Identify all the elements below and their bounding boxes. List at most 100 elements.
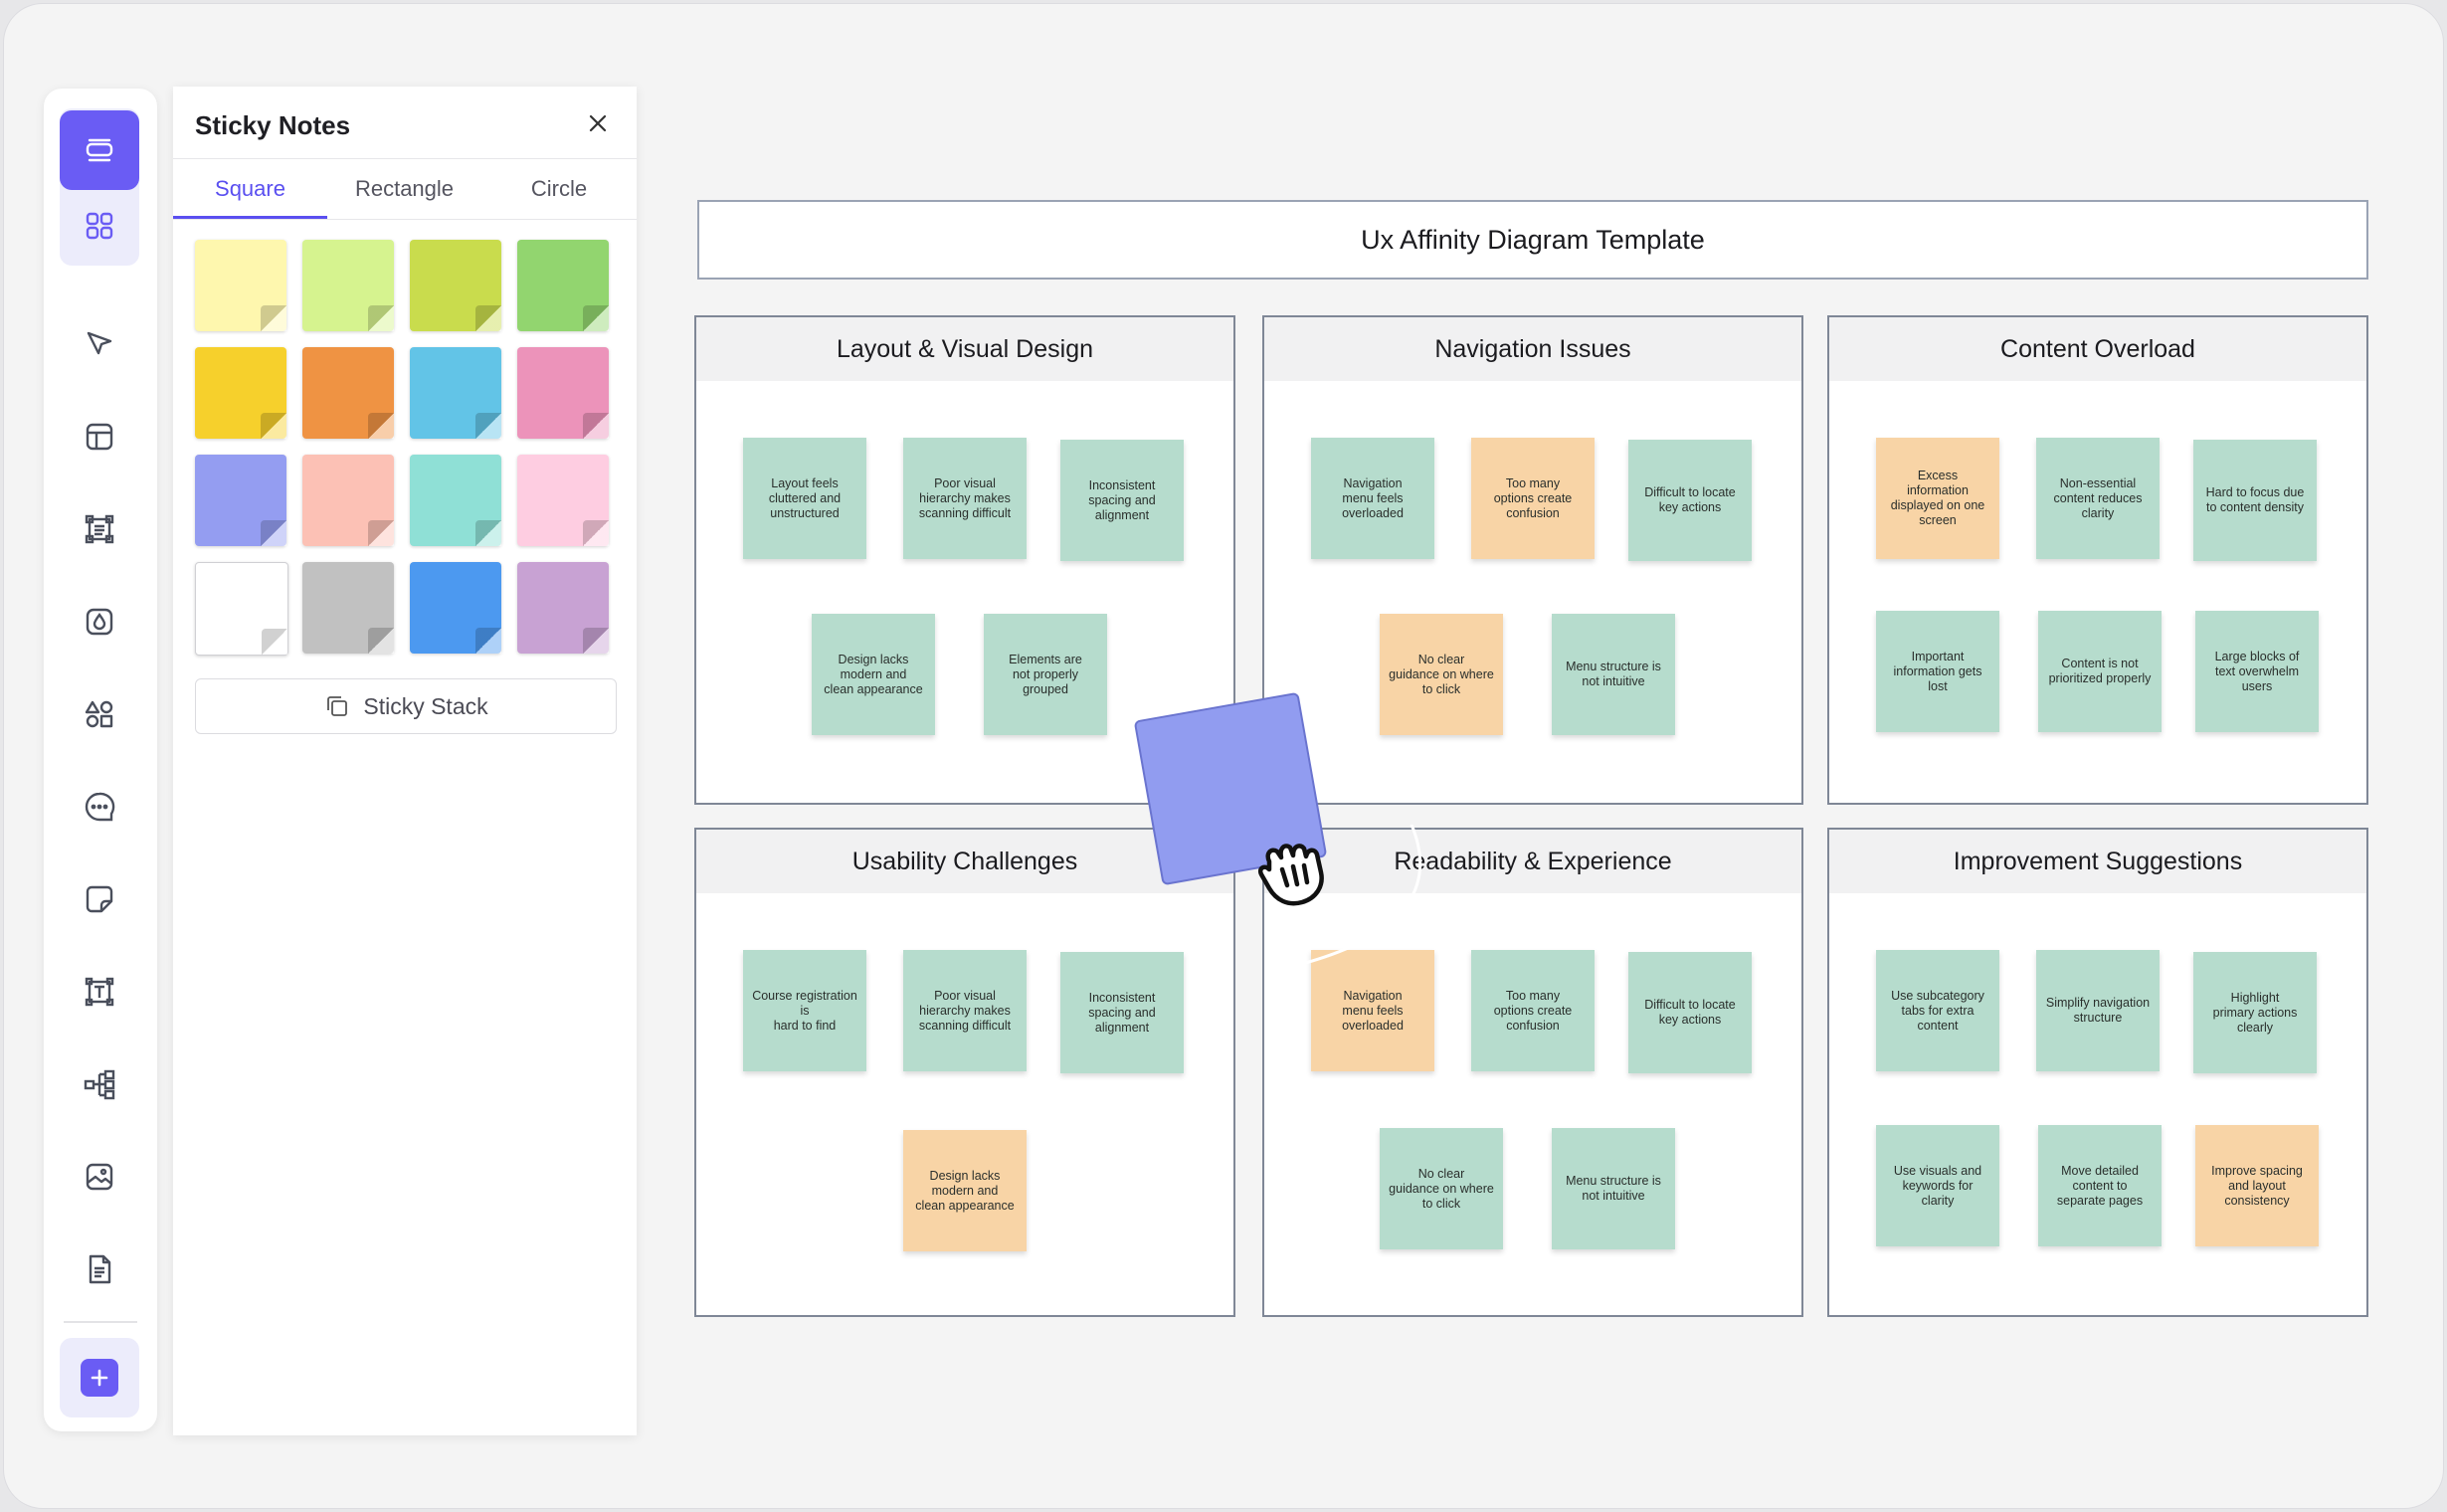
- layout-icon: [86, 423, 113, 451]
- group-title: Layout & Visual Design: [696, 317, 1233, 381]
- sticky-note-icon: [86, 885, 113, 913]
- color-tool-button[interactable]: [60, 582, 139, 662]
- color-swatch[interactable]: [302, 347, 394, 439]
- sticky-note[interactable]: Non-essential content reduces clarity: [2036, 438, 2160, 559]
- group-title: Usability Challenges: [696, 830, 1233, 893]
- color-swatch[interactable]: [302, 455, 394, 546]
- tab-circle[interactable]: Circle: [481, 159, 637, 219]
- app-window: Sticky Notes Square Rectangle Circle Sti…: [3, 3, 2444, 1509]
- template-icon: [86, 138, 113, 162]
- text-tool-button[interactable]: [60, 952, 139, 1032]
- panel-title: Sticky Notes: [195, 110, 351, 140]
- sticky-note[interactable]: Important information gets lost: [1876, 611, 1999, 732]
- left-toolbar: [44, 89, 157, 1431]
- sticky-note[interactable]: Improve spacing and layout consistency: [2195, 1125, 2319, 1246]
- sticky-note[interactable]: No clear guidance on where to click: [1380, 614, 1503, 735]
- color-swatch[interactable]: [517, 562, 609, 654]
- color-swatch[interactable]: [517, 347, 609, 439]
- board-title[interactable]: Ux Affinity Diagram Template: [697, 200, 2368, 280]
- sticky-note[interactable]: Excess information displayed on one scre…: [1876, 438, 1999, 559]
- group-title: Improvement Suggestions: [1829, 830, 2366, 893]
- color-swatch[interactable]: [302, 562, 394, 654]
- mindmap-tool-button[interactable]: [60, 1044, 139, 1124]
- sticky-stack-label: Sticky Stack: [363, 692, 488, 719]
- group-card-navigation[interactable]: Navigation Issues Navigation menu feels …: [1262, 315, 1803, 805]
- sticky-note[interactable]: Use visuals and keywords for clarity: [1876, 1125, 1999, 1246]
- sticky-note[interactable]: Course registration is hard to find: [743, 950, 866, 1071]
- sticky-note[interactable]: Elements are not properly grouped: [984, 614, 1107, 735]
- plus-icon-box: [81, 1359, 118, 1397]
- color-swatch[interactable]: [517, 240, 609, 331]
- sticky-note[interactable]: Menu structure is not intuitive: [1552, 614, 1675, 735]
- sticky-note[interactable]: Difficult to locate key actions: [1628, 440, 1752, 561]
- text-icon: [85, 977, 114, 1007]
- add-button[interactable]: [60, 1338, 139, 1418]
- comment-icon: [85, 792, 115, 822]
- select-tool-button[interactable]: [60, 304, 139, 384]
- frame-icon: [85, 514, 114, 544]
- sticky-stack-button[interactable]: Sticky Stack: [195, 678, 617, 734]
- sticky-note[interactable]: Use subcategory tabs for extra content: [1876, 950, 1999, 1071]
- group-card-improvements[interactable]: Improvement Suggestions Use subcategory …: [1827, 828, 2368, 1317]
- sticky-notes-panel: Sticky Notes Square Rectangle Circle Sti…: [173, 87, 637, 1435]
- color-swatch[interactable]: [517, 455, 609, 546]
- tab-rectangle[interactable]: Rectangle: [327, 159, 481, 219]
- group-card-usability[interactable]: Usability Challenges Course registration…: [694, 828, 1235, 1317]
- sticky-note[interactable]: Inconsistent spacing and alignment: [1060, 952, 1184, 1073]
- sticky-note[interactable]: Inconsistent spacing and alignment: [1060, 440, 1184, 561]
- close-icon[interactable]: [583, 108, 613, 138]
- sticky-note[interactable]: Poor visual hierarchy makes scanning dif…: [903, 950, 1027, 1071]
- frame-tool-button[interactable]: [60, 489, 139, 569]
- group-title: Content Overload: [1829, 317, 2366, 381]
- grid-icon: [86, 212, 113, 240]
- cursor-icon: [87, 331, 112, 355]
- sticky-note[interactable]: Poor visual hierarchy makes scanning dif…: [903, 438, 1027, 559]
- sticky-note[interactable]: Too many options create confusion: [1471, 950, 1595, 1071]
- image-icon: [86, 1163, 113, 1191]
- template-button[interactable]: [60, 110, 139, 190]
- color-swatch[interactable]: [410, 240, 501, 331]
- sticky-note[interactable]: Navigation menu feels overloaded: [1311, 438, 1434, 559]
- droplet-icon: [86, 608, 113, 636]
- image-tool-button[interactable]: [60, 1137, 139, 1217]
- sticky-note[interactable]: Hard to focus due to content density: [2193, 440, 2317, 561]
- plus-icon: [91, 1369, 108, 1387]
- group-title: Navigation Issues: [1264, 317, 1801, 381]
- sticky-note[interactable]: Difficult to locate key actions: [1628, 952, 1752, 1073]
- sticky-note[interactable]: Large blocks of text overwhelm users: [2195, 611, 2319, 732]
- color-swatch[interactable]: [195, 347, 286, 439]
- sticky-note[interactable]: Design lacks modern and clean appearance: [903, 1130, 1027, 1251]
- sticky-note[interactable]: No clear guidance on where to click: [1380, 1128, 1503, 1249]
- sticky-note[interactable]: Move detailed content to separate pages: [2038, 1125, 2162, 1246]
- group-card-content[interactable]: Content Overload Excess information disp…: [1827, 315, 2368, 805]
- document-icon: [89, 1254, 111, 1284]
- color-swatch[interactable]: [195, 240, 286, 331]
- tab-square[interactable]: Square: [173, 159, 327, 219]
- comment-tool-button[interactable]: [60, 767, 139, 847]
- mindmap-icon: [84, 1069, 115, 1100]
- shape-tabs: Square Rectangle Circle: [173, 158, 637, 220]
- sticky-note[interactable]: Simplify navigation structure: [2036, 950, 2160, 1071]
- document-tool-button[interactable]: [60, 1229, 139, 1309]
- shapes-icon: [85, 700, 113, 728]
- sticky-note[interactable]: Menu structure is not intuitive: [1552, 1128, 1675, 1249]
- color-swatch[interactable]: [195, 562, 288, 656]
- toolbar-divider: [64, 1321, 137, 1323]
- sticky-note[interactable]: Layout feels cluttered and unstructured: [743, 438, 866, 559]
- sticky-note-tool-button[interactable]: [60, 859, 139, 939]
- color-swatch[interactable]: [302, 240, 394, 331]
- apps-button[interactable]: [60, 186, 139, 266]
- color-swatch[interactable]: [410, 347, 501, 439]
- sticky-note[interactable]: Too many options create confusion: [1471, 438, 1595, 559]
- grab-cursor-icon: [1258, 844, 1324, 906]
- sticky-note[interactable]: Design lacks modern and clean appearance: [812, 614, 935, 735]
- color-swatch-grid: [195, 240, 613, 658]
- color-swatch[interactable]: [195, 455, 286, 546]
- shapes-tool-button[interactable]: [60, 674, 139, 754]
- color-swatch[interactable]: [410, 562, 501, 654]
- stack-icon: [327, 696, 348, 716]
- sticky-note[interactable]: Highlight primary actions clearly: [2193, 952, 2317, 1073]
- layout-tool-button[interactable]: [60, 397, 139, 476]
- sticky-note[interactable]: Content is not prioritized properly: [2038, 611, 2162, 732]
- color-swatch[interactable]: [410, 455, 501, 546]
